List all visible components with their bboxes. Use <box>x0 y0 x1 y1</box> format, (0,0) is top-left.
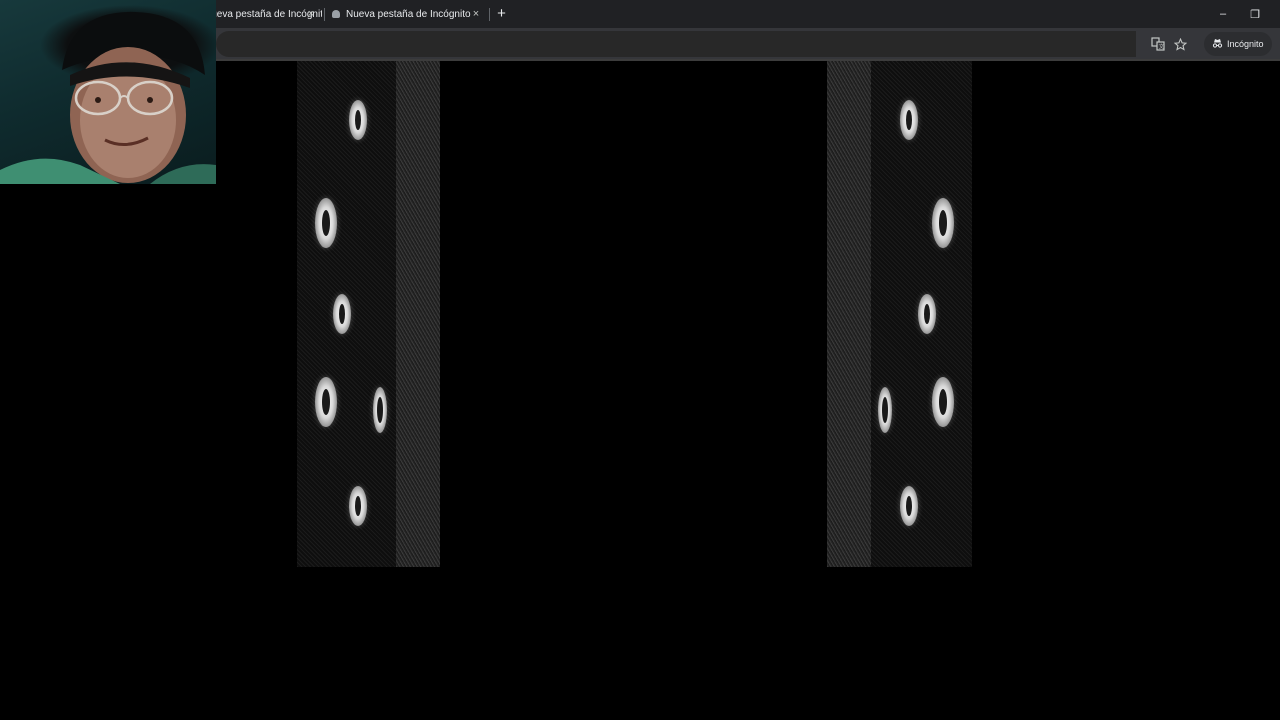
eye-ornament <box>349 486 367 526</box>
eye-ornament <box>932 377 954 427</box>
eye-ornament <box>315 198 337 248</box>
screen: Nueva pestaña de Incógnito × Nueva pesta… <box>0 0 1280 720</box>
tab-close-button[interactable]: × <box>469 7 483 21</box>
decorative-panel-right <box>871 61 972 567</box>
eye-ornament <box>918 294 936 334</box>
incognito-profile-button[interactable]: Incógnito <box>1204 32 1272 56</box>
svg-text:文: 文 <box>1159 43 1165 51</box>
webcam-overlay <box>0 0 216 184</box>
eye-ornament <box>349 100 367 140</box>
eye-ornament <box>373 387 387 433</box>
decorative-panel-left <box>297 61 396 567</box>
tab-separator <box>489 8 490 21</box>
textured-band-right <box>827 61 871 567</box>
tab-separator <box>324 8 325 21</box>
minimize-button[interactable]: – <box>1207 0 1239 28</box>
incognito-icon <box>332 10 340 18</box>
incognito-icon <box>1212 38 1223 51</box>
profile-label: Incógnito <box>1227 39 1264 49</box>
eye-ornament <box>932 198 954 248</box>
eye-ornament <box>900 486 918 526</box>
textured-band-left <box>396 61 440 567</box>
star-icon[interactable] <box>1170 34 1190 54</box>
tab-title: Nueva pestaña de Incógnito <box>346 8 471 20</box>
eye-ornament <box>333 294 351 334</box>
eye-ornament <box>315 377 337 427</box>
tab-incognito-2[interactable]: Nueva pestaña de Incógnito × <box>332 0 487 28</box>
restore-button[interactable]: ❐ <box>1239 0 1271 28</box>
new-tab-button[interactable]: + <box>493 5 510 22</box>
tab-incognito-1[interactable]: Nueva pestaña de Incógnito × <box>204 0 322 28</box>
eye-ornament <box>900 100 918 140</box>
tab-close-button[interactable]: × <box>304 7 318 21</box>
address-bar[interactable] <box>216 31 1136 57</box>
eye-ornament <box>878 387 892 433</box>
translate-icon[interactable]: 文 <box>1148 34 1168 54</box>
webcam-person <box>0 11 216 184</box>
